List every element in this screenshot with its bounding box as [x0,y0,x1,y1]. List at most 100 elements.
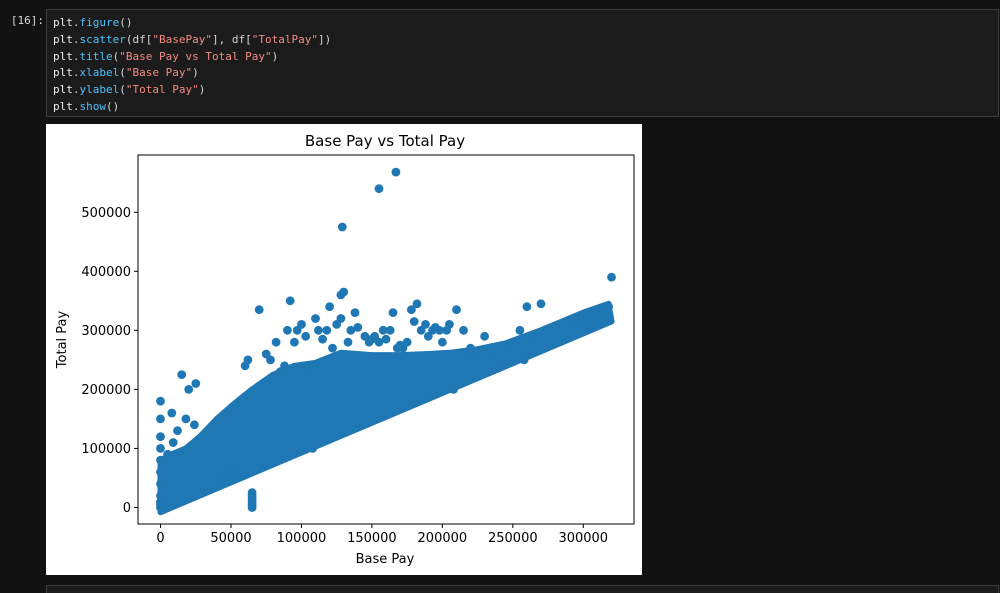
scatter-point [237,461,247,471]
scatter-point [452,305,461,315]
scatter-point [271,337,281,347]
scatter-point [177,370,187,379]
scatter-point [483,367,492,377]
code-token: plt [53,32,73,46]
code-token: plt [53,99,73,113]
scatter-point [252,385,261,394]
y-tick-label: 200000 [81,383,131,398]
scatter-point [466,355,475,365]
scatter-point [160,485,170,495]
scatter-point [343,337,353,347]
scatter-point [156,455,165,465]
scatter-point [266,355,275,365]
code-line: plt.scatter(df["BasePay"], df["TotalPay"… [53,32,998,49]
x-tick-label: 250000 [488,531,538,546]
scatter-point [508,343,518,353]
code-token: . [72,99,80,113]
scatter-plot: Base Pay vs Total Pay 0 50000 100000 150000… [46,124,642,575]
scatter-point [522,302,532,312]
scatter-point [168,438,178,447]
code-token: scatter [79,32,126,46]
chart-title: Base Pay vs Total Pay [305,132,465,150]
scatter-point [311,314,320,323]
x-tick-label: 300000 [558,531,608,546]
scatter-point [156,396,165,406]
scatter-point [515,325,525,335]
code-token: . [72,66,80,80]
scatter-point [578,320,588,329]
code-token: . [72,49,80,63]
scatter-point [480,331,489,341]
scatter-point [170,491,179,501]
scatter-point [290,337,299,347]
code-token: ) [271,49,279,63]
scatter-point [156,414,165,424]
y-tick-label: 0 [123,501,131,516]
scatter-point [487,346,497,356]
scatter-point [501,349,511,359]
scatter-point [388,308,398,317]
scatter-point [314,325,323,335]
scatter-point [297,396,306,406]
scatter-point [543,325,553,335]
code-token: figure [79,16,120,29]
scatter-point [353,420,363,430]
code-token: plt [53,16,73,29]
scatter-point [243,355,253,365]
scatter-point [374,184,384,194]
scatter-point [318,334,327,344]
code-line: plt.title("Base Pay vs Total Pay") [53,49,998,66]
scatter-point [353,323,363,332]
code-token: "TotalPay" [251,32,318,46]
scatter-point [285,296,295,306]
scatter-point [391,167,401,177]
scatter-point [159,500,168,509]
code-token: . [72,83,80,97]
cell-execution-count: [16]: [10,14,44,27]
scatter-point [229,466,239,476]
scatter-point [191,379,201,388]
scatter-point [597,314,606,323]
code-token: ]) [317,32,332,46]
y-tick-label: 100000 [81,442,131,457]
scatter-point [342,426,351,436]
code-token: xlabel [79,66,120,80]
y-axis-label: Total Pay [55,310,70,369]
scatter-point [325,302,334,312]
scatter-point [184,385,194,394]
scatter-point [181,414,191,424]
y-tick-label: 400000 [81,265,131,280]
scatter-point [412,299,422,309]
cell-output-plot: Base Pay vs Total Pay 0 50000 100000 150000… [46,124,642,575]
code-token: "Base Pay vs Total Pay" [119,49,272,63]
notebook: [16]: plt.figure() plt.scatter(df["BasePa… [0,0,1000,593]
next-code-cell[interactable] [46,585,999,593]
scatter-point [384,408,394,418]
scatter-point [604,302,613,312]
scatter-point [550,334,560,344]
scatter-point [301,331,311,341]
scatter-point [473,349,482,359]
scatter-point [536,299,546,309]
scatter-point [533,334,543,344]
scatter-point [421,320,430,329]
code-token: ( [119,66,126,80]
scatter-point [268,449,278,459]
code-token: plt [53,49,73,63]
code-token: () [119,16,133,29]
code-line: plt.xlabel("Base Pay") [53,65,998,82]
x-tick-label: 50000 [210,531,251,546]
scatter-point [409,317,419,326]
scatter-point [336,314,346,323]
scatter-point [308,444,318,453]
scatter-point [409,361,419,371]
code-cell-editor[interactable]: plt.figure() plt.scatter(df["BasePay"], d… [46,9,999,117]
scatter-point [445,320,454,329]
scatter-point [381,373,391,382]
code-token: () [106,99,120,113]
code-token: plt [53,83,73,97]
scatter-point [438,337,447,347]
code-line: plt.show() [53,99,998,116]
x-tick-label: 150000 [347,531,397,546]
scatter-point [209,478,219,488]
